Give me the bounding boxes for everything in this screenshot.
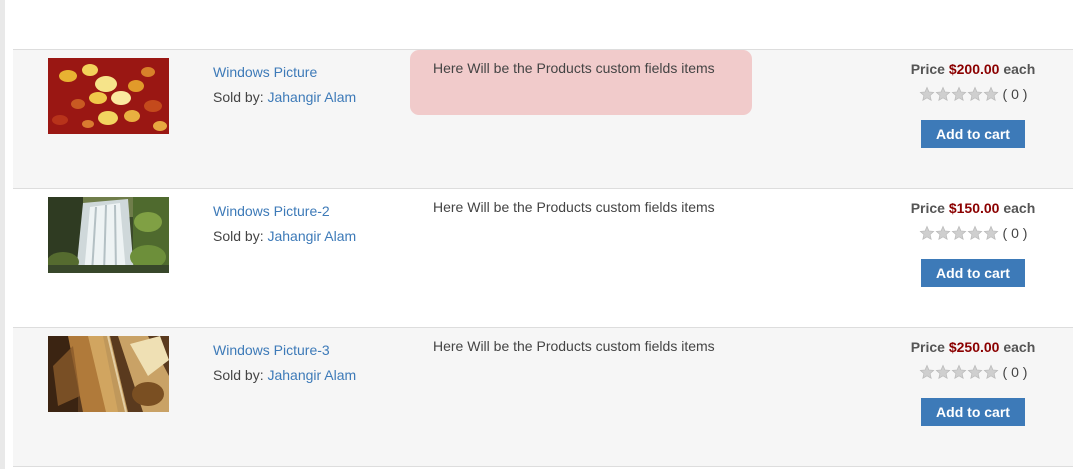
product-info: Windows Picture-2 Sold by: Jahangir Alam [213, 199, 356, 249]
add-to-cart-button[interactable]: Add to cart [921, 259, 1025, 287]
custom-fields-box: Here Will be the Products custom fields … [410, 328, 752, 393]
price-label: Price [910, 200, 945, 216]
price-column: Price $150.00 each ( 0 ) Add to cart [873, 199, 1073, 287]
star-empty-icon[interactable] [983, 225, 999, 241]
star-empty-icon[interactable] [919, 364, 935, 380]
star-empty-icon[interactable] [983, 364, 999, 380]
star-rating[interactable]: ( 0 ) [873, 85, 1073, 103]
price-each-label: each [1003, 200, 1036, 216]
price-column: Price $200.00 each ( 0 ) Add to cart [873, 60, 1073, 148]
star-empty-icon[interactable] [935, 364, 951, 380]
sold-by-label: Sold by: [213, 367, 264, 383]
price-each-label: each [1003, 61, 1036, 77]
waterfall-image [48, 197, 169, 273]
star-empty-icon[interactable] [935, 225, 951, 241]
price-amount: $250.00 [948, 339, 1000, 355]
custom-fields-text: Here Will be the Products custom fields … [433, 338, 715, 354]
page-left-border [0, 0, 5, 469]
star-empty-icon[interactable] [951, 86, 967, 102]
sold-by-line: Sold by: Jahangir Alam [213, 363, 356, 388]
seller-link[interactable]: Jahangir Alam [267, 89, 356, 105]
star-empty-icon[interactable] [983, 86, 999, 102]
add-to-cart-button[interactable]: Add to cart [921, 398, 1025, 426]
price-each-label: each [1003, 339, 1036, 355]
seller-link[interactable]: Jahangir Alam [267, 367, 356, 383]
product-title-link[interactable]: Windows Picture-2 [213, 199, 356, 224]
star-empty-icon[interactable] [951, 225, 967, 241]
product-thumbnail-autumn-leaves[interactable] [48, 58, 169, 134]
product-row: Windows Picture-2 Sold by: Jahangir Alam… [13, 189, 1073, 328]
star-empty-icon[interactable] [967, 86, 983, 102]
sold-by-line: Sold by: Jahangir Alam [213, 224, 356, 249]
star-rating[interactable]: ( 0 ) [873, 224, 1073, 242]
product-thumbnail-waterfall[interactable] [48, 197, 169, 273]
abstract-glass-image [48, 336, 169, 412]
rating-count: ( 0 ) [1002, 86, 1028, 102]
product-info: Windows Picture Sold by: Jahangir Alam [213, 60, 356, 110]
star-empty-icon[interactable] [919, 86, 935, 102]
product-row: Windows Picture-3 Sold by: Jahangir Alam… [13, 328, 1073, 467]
custom-fields-box: Here Will be the Products custom fields … [410, 50, 752, 115]
custom-fields-box: Here Will be the Products custom fields … [410, 189, 752, 254]
price-column: Price $250.00 each ( 0 ) Add to cart [873, 338, 1073, 426]
sold-by-label: Sold by: [213, 89, 264, 105]
autumn-leaves-image [48, 58, 169, 134]
product-thumbnail-abstract-glass[interactable] [48, 336, 169, 412]
rating-count: ( 0 ) [1002, 225, 1028, 241]
price-line: Price $150.00 each [873, 199, 1073, 217]
product-list: Windows Picture Sold by: Jahangir Alam H… [13, 49, 1073, 467]
star-empty-icon[interactable] [967, 225, 983, 241]
price-amount: $150.00 [948, 200, 1000, 216]
add-to-cart-button[interactable]: Add to cart [921, 120, 1025, 148]
seller-link[interactable]: Jahangir Alam [267, 228, 356, 244]
product-title-link[interactable]: Windows Picture [213, 60, 356, 85]
price-amount: $200.00 [948, 61, 1000, 77]
price-label: Price [910, 61, 945, 77]
star-empty-icon[interactable] [951, 364, 967, 380]
sold-by-line: Sold by: Jahangir Alam [213, 85, 356, 110]
star-empty-icon[interactable] [935, 86, 951, 102]
star-empty-icon[interactable] [967, 364, 983, 380]
product-row: Windows Picture Sold by: Jahangir Alam H… [13, 50, 1073, 189]
custom-fields-text: Here Will be the Products custom fields … [433, 199, 715, 215]
product-info: Windows Picture-3 Sold by: Jahangir Alam [213, 338, 356, 388]
price-label: Price [910, 339, 945, 355]
rating-count: ( 0 ) [1002, 364, 1028, 380]
price-line: Price $200.00 each [873, 60, 1073, 78]
sold-by-label: Sold by: [213, 228, 264, 244]
price-line: Price $250.00 each [873, 338, 1073, 356]
custom-fields-text: Here Will be the Products custom fields … [433, 60, 715, 76]
star-empty-icon[interactable] [919, 225, 935, 241]
star-rating[interactable]: ( 0 ) [873, 363, 1073, 381]
product-title-link[interactable]: Windows Picture-3 [213, 338, 356, 363]
